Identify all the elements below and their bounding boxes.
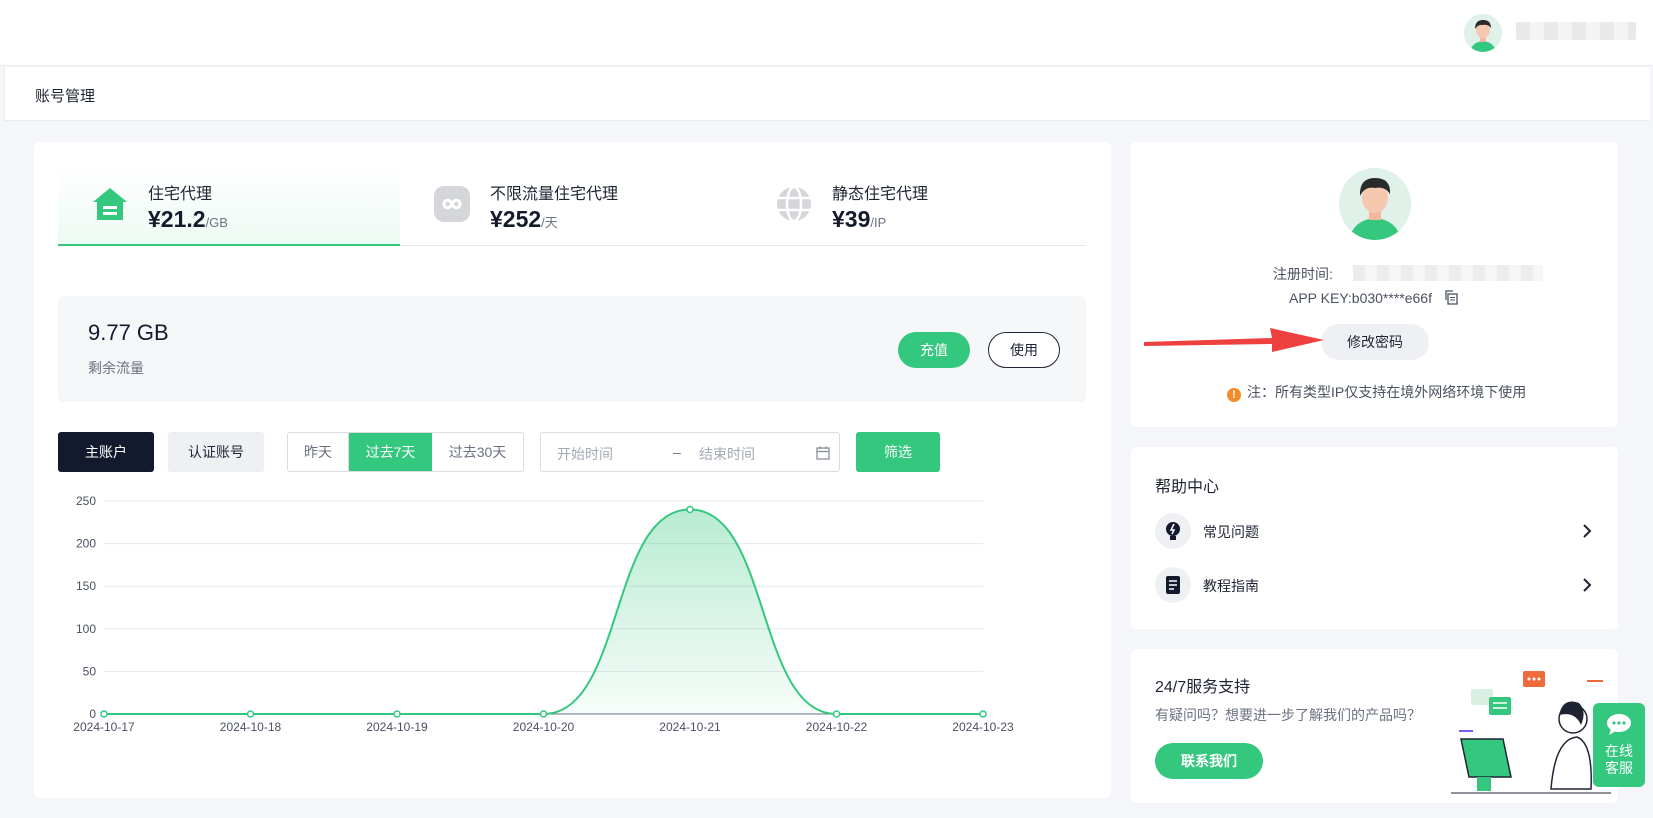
network-note: ! 注：所有类型IP仅支持在境外网络环境下使用 [1227,382,1526,402]
data-point [686,505,694,514]
start-date-input[interactable]: 开始时间 [557,444,613,464]
support-card: 24/7服务支持 有疑问吗？想要进一步了解我们的产品吗？ 联系我们 [1131,649,1618,803]
contact-us-button[interactable]: 联系我们 [1155,743,1263,779]
data-point [539,710,548,718]
house-icon [93,188,127,220]
lightbulb-icon [1155,513,1191,549]
date-separator: – [673,444,681,460]
guide-link[interactable]: 教程指南 [1155,567,1595,603]
chat-icon [1607,714,1631,735]
chevron-right-icon [1583,578,1592,592]
range-last-7-days[interactable]: 过去7天 [349,433,432,471]
profile-avatar [1339,168,1411,240]
tab-price: ¥21.2/GB [148,206,228,232]
y-tick-label: 100 [76,622,96,636]
data-point [393,710,401,718]
data-point [246,710,255,718]
registration-time-blurred [1353,265,1543,281]
registration-time-label: 注册时间: [1273,266,1333,282]
tab-title: 住宅代理 [148,186,213,203]
support-title: 24/7服务支持 [1155,679,1251,696]
series-line [104,508,983,715]
support-description: 有疑问吗？想要进一步了解我们的产品吗？ [1155,707,1421,723]
globe-icon [777,185,811,223]
online-service-button[interactable]: 在线 客服 [1593,703,1645,787]
x-tick-label: 2024-10-19 [366,720,428,734]
use-button[interactable]: 使用 [988,332,1060,368]
range-selector: 昨天 过去7天 过去30天 [287,432,524,472]
avatar-icon [1464,14,1502,52]
remaining-traffic-value: 9.77 GB [88,320,169,345]
support-illustration [1451,671,1611,794]
x-tick-label: 2024-10-23 [952,720,1014,734]
faq-link[interactable]: 常见问题 [1155,513,1595,549]
breadcrumb-bar: 账号管理 [4,67,1650,121]
avatar-icon [1339,168,1411,240]
range-last-30-days[interactable]: 过去30天 [432,433,523,471]
document-icon [1155,567,1191,603]
help-center-title: 帮助中心 [1155,479,1220,496]
x-tick-label: 2024-10-21 [659,720,721,734]
y-tick-label: 50 [83,664,97,678]
online-service-label: 在线 客服 [1605,743,1633,776]
recharge-button[interactable]: 充值 [898,332,970,368]
tab-unlimited-proxy[interactable]: 不限流量住宅代理 ¥252/天 [400,164,742,246]
top-bar [0,0,1653,66]
infinity-icon [434,186,470,222]
range-yesterday[interactable]: 昨天 [288,433,349,471]
tab-title: 不限流量住宅代理 [490,186,619,203]
y-tick-label: 150 [76,579,96,593]
calendar-icon [816,446,830,460]
x-tick-label: 2024-10-20 [513,720,575,734]
data-point [100,710,108,718]
tab-residential-proxy[interactable]: 住宅代理 ¥21.2/GB [58,164,400,246]
app-key: APP KEY:b030****e66f [1289,290,1432,306]
y-tick-label: 0 [89,707,96,721]
chevron-right-icon [1583,524,1592,538]
tab-price: ¥39/IP [832,206,887,232]
y-tick-label: 200 [76,537,96,551]
profile-card: 注册时间: APP KEY:b030****e66f 修改密码 ! 注：所有类型I… [1131,142,1618,427]
remaining-traffic-label: 剩余流量 [88,360,144,376]
y-tick-label: 250 [76,494,96,508]
x-tick-label: 2024-10-17 [73,720,135,734]
main-account-button[interactable]: 主账户 [58,432,154,472]
user-avatar[interactable] [1464,14,1502,52]
filter-button[interactable]: 筛选 [856,432,940,472]
date-range-picker[interactable]: 开始时间 – 结束时间 [540,432,840,472]
arrow-annotation [1144,328,1324,352]
help-center-card: 帮助中心 常见问题 教程指南 [1131,447,1618,629]
page-title: 账号管理 [35,88,96,105]
change-password-button[interactable]: 修改密码 [1321,324,1429,360]
copy-icon[interactable] [1443,289,1459,305]
info-icon: ! [1227,388,1241,402]
x-tick-label: 2024-10-18 [220,720,282,734]
tab-static-proxy[interactable]: 静态住宅代理 ¥39/IP [742,164,1084,246]
data-point [979,710,987,718]
end-date-input[interactable]: 结束时间 [699,444,755,464]
traffic-chart: 流量 (M)0501001502002502024-10-172024-10-1… [73,494,1014,734]
product-tabs: 住宅代理 ¥21.2/GB 不限流量住宅代理 ¥252/天 静态住宅代理 ¥39… [58,164,1086,246]
series-area [104,509,983,714]
tab-price: ¥252/天 [490,206,558,232]
balance-panel: 9.77 GB 剩余流量 充值 使用 [58,296,1086,402]
tab-title: 静态住宅代理 [832,186,929,203]
certified-account-button[interactable]: 认证账号 [168,432,264,472]
x-tick-label: 2024-10-22 [806,720,868,734]
username-blurred [1516,22,1636,40]
data-point [832,710,841,718]
